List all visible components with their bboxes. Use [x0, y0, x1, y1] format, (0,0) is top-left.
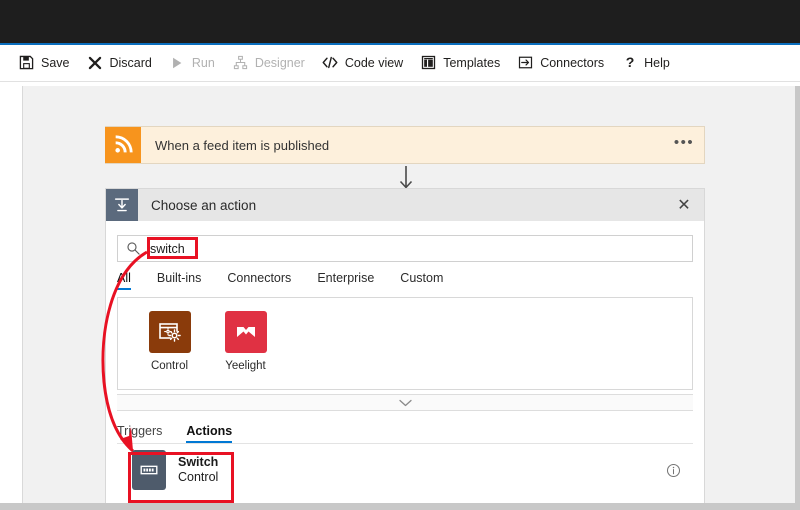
result-type-tabs: Triggers Actions — [117, 424, 704, 443]
trigger-menu-button[interactable]: ••• — [664, 135, 704, 153]
connectors-button[interactable]: Connectors — [517, 45, 604, 80]
discard-icon — [87, 54, 104, 71]
connector-tile-label: Control — [150, 360, 189, 372]
canvas-left-gutter — [0, 82, 22, 510]
designer-label: Designer — [254, 55, 305, 70]
control-icon — [148, 311, 191, 353]
tab-custom[interactable]: Custom — [400, 271, 443, 290]
command-toolbar: Save Discard Run Designer Code view Temp… — [0, 45, 800, 80]
canvas-bottom-scrollbar[interactable] — [0, 503, 800, 510]
connector-tile-grid: Control Yeelight — [117, 297, 693, 390]
list-item-title: Switch — [178, 455, 219, 469]
connectors-icon — [517, 54, 534, 71]
app-root: Save Discard Run Designer Code view Temp… — [0, 0, 800, 510]
templates-icon — [420, 54, 437, 71]
help-label: Help — [644, 55, 670, 70]
search-icon — [118, 241, 148, 256]
templates-button[interactable]: Templates — [420, 45, 500, 80]
connector-tile-yeelight[interactable]: Yeelight — [214, 311, 277, 372]
svg-text:?: ? — [625, 55, 634, 70]
chevron-down-icon — [398, 394, 412, 412]
panel-header: Choose an action ✕ — [106, 189, 704, 221]
help-icon: ? — [621, 54, 638, 71]
choose-action-panel: Choose an action ✕ switch All Built-ins … — [105, 188, 705, 503]
trigger-card[interactable]: When a feed item is published ••• — [105, 126, 705, 164]
search-input[interactable]: switch — [117, 235, 693, 262]
connector-tile-label: Yeelight — [225, 360, 266, 372]
close-icon[interactable]: ✕ — [664, 189, 704, 221]
discard-button[interactable]: Discard — [87, 45, 152, 80]
run-label: Run — [191, 55, 215, 70]
tab-enterprise[interactable]: Enterprise — [317, 271, 374, 290]
designer-button[interactable]: Designer — [232, 45, 305, 80]
yeelight-icon — [224, 311, 267, 353]
templates-label: Templates — [443, 55, 501, 70]
category-tabs: All Built-ins Connectors Enterprise Cust… — [117, 271, 704, 290]
run-icon — [169, 54, 186, 71]
results-list: Switch Control — [117, 443, 693, 496]
connector-tile-control[interactable]: Control — [138, 311, 201, 372]
search-input-value: switch — [150, 241, 185, 256]
code-view-button[interactable]: Code view — [322, 45, 403, 80]
designer-icon — [232, 54, 249, 71]
list-item-subtitle: Control — [178, 470, 219, 484]
tab-actions[interactable]: Actions — [186, 424, 232, 443]
toolbar-divider — [0, 81, 800, 82]
discard-label: Discard — [109, 55, 152, 70]
run-button[interactable]: Run — [169, 45, 215, 80]
save-button[interactable]: Save — [18, 45, 70, 80]
insert-action-icon — [106, 189, 138, 221]
code-view-icon — [322, 54, 339, 71]
tab-all[interactable]: All — [117, 271, 131, 290]
connectors-label: Connectors — [540, 55, 605, 70]
code-view-label: Code view — [344, 55, 404, 70]
info-icon[interactable] — [653, 463, 693, 478]
trigger-title: When a feed item is published — [155, 137, 330, 153]
help-button[interactable]: ? Help — [621, 45, 670, 80]
tab-connectors[interactable]: Connectors — [227, 271, 291, 290]
canvas-left-rule — [22, 86, 23, 503]
save-icon — [18, 54, 35, 71]
rss-icon — [105, 127, 141, 163]
tab-built-ins[interactable]: Built-ins — [157, 271, 201, 290]
browser-title-bar — [0, 0, 800, 43]
panel-title: Choose an action — [151, 197, 257, 213]
canvas-right-scrollbar[interactable] — [795, 86, 800, 510]
switch-icon — [132, 450, 166, 490]
expand-more-button[interactable] — [117, 394, 693, 411]
list-item[interactable]: Switch Control — [117, 444, 693, 496]
save-label: Save — [41, 55, 70, 70]
tab-triggers[interactable]: Triggers — [117, 424, 162, 443]
